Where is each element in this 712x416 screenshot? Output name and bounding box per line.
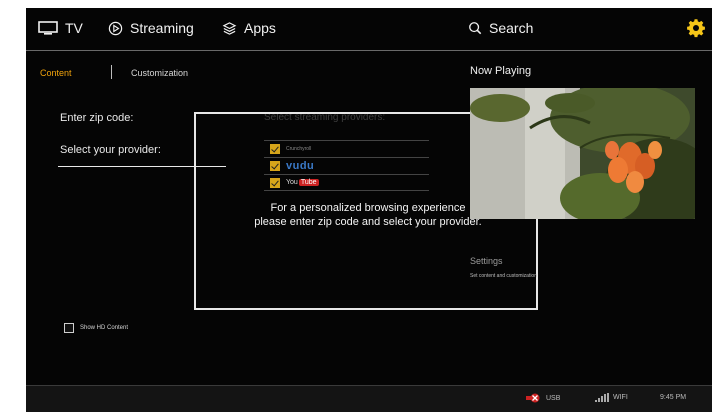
tv-icon xyxy=(38,21,58,35)
nav-divider xyxy=(26,50,712,51)
usb-disconnected-icon xyxy=(526,393,540,403)
now-playing-title: Now Playing xyxy=(470,65,532,77)
play-circle-icon xyxy=(108,21,123,35)
tab-separator xyxy=(111,65,112,79)
nav-streaming[interactable]: Streaming xyxy=(108,18,194,38)
nav-streaming-label: Streaming xyxy=(130,20,194,36)
tab-customization[interactable]: Customization xyxy=(131,68,188,78)
usb-label: USB xyxy=(546,394,561,402)
screen: TV Streaming Apps Search Content Customi… xyxy=(0,0,712,416)
zip-code-label: Enter zip code: xyxy=(60,112,134,124)
nav-search-label: Search xyxy=(489,20,534,36)
show-hd-label: Show HD Content xyxy=(80,325,129,331)
tv-interface: TV Streaming Apps Search Content Customi… xyxy=(26,8,712,412)
apps-icon xyxy=(222,21,237,35)
nav-apps[interactable]: Apps xyxy=(222,18,276,38)
preview-image xyxy=(470,88,695,219)
signal-bars-icon xyxy=(595,393,609,402)
settings-subtitle: Set content and customization xyxy=(470,273,537,279)
nav-apps-label: Apps xyxy=(244,20,276,36)
now-playing-preview[interactable] xyxy=(470,88,695,219)
status-bar: USB WIFI 9:45 PM xyxy=(26,386,712,412)
wifi-label: WIFI xyxy=(613,394,628,401)
nav-search[interactable]: Search xyxy=(468,18,533,38)
search-icon xyxy=(469,22,482,35)
show-hd-row[interactable]: Show HD Content xyxy=(64,323,128,333)
settings-title[interactable]: Settings xyxy=(470,256,503,266)
show-hd-checkbox[interactable] xyxy=(64,323,74,333)
tab-content[interactable]: Content xyxy=(40,68,72,78)
nav-tv-label: TV xyxy=(65,20,83,36)
nav-tv[interactable]: TV xyxy=(38,18,83,38)
provider-label: Select your provider: xyxy=(60,144,161,156)
clock: 9:45 PM xyxy=(660,394,687,401)
wifi-status: WIFI xyxy=(594,393,628,402)
gear-icon[interactable] xyxy=(686,18,706,38)
usb-status: USB xyxy=(526,393,560,403)
top-nav: TV Streaming Apps Search xyxy=(26,8,712,48)
